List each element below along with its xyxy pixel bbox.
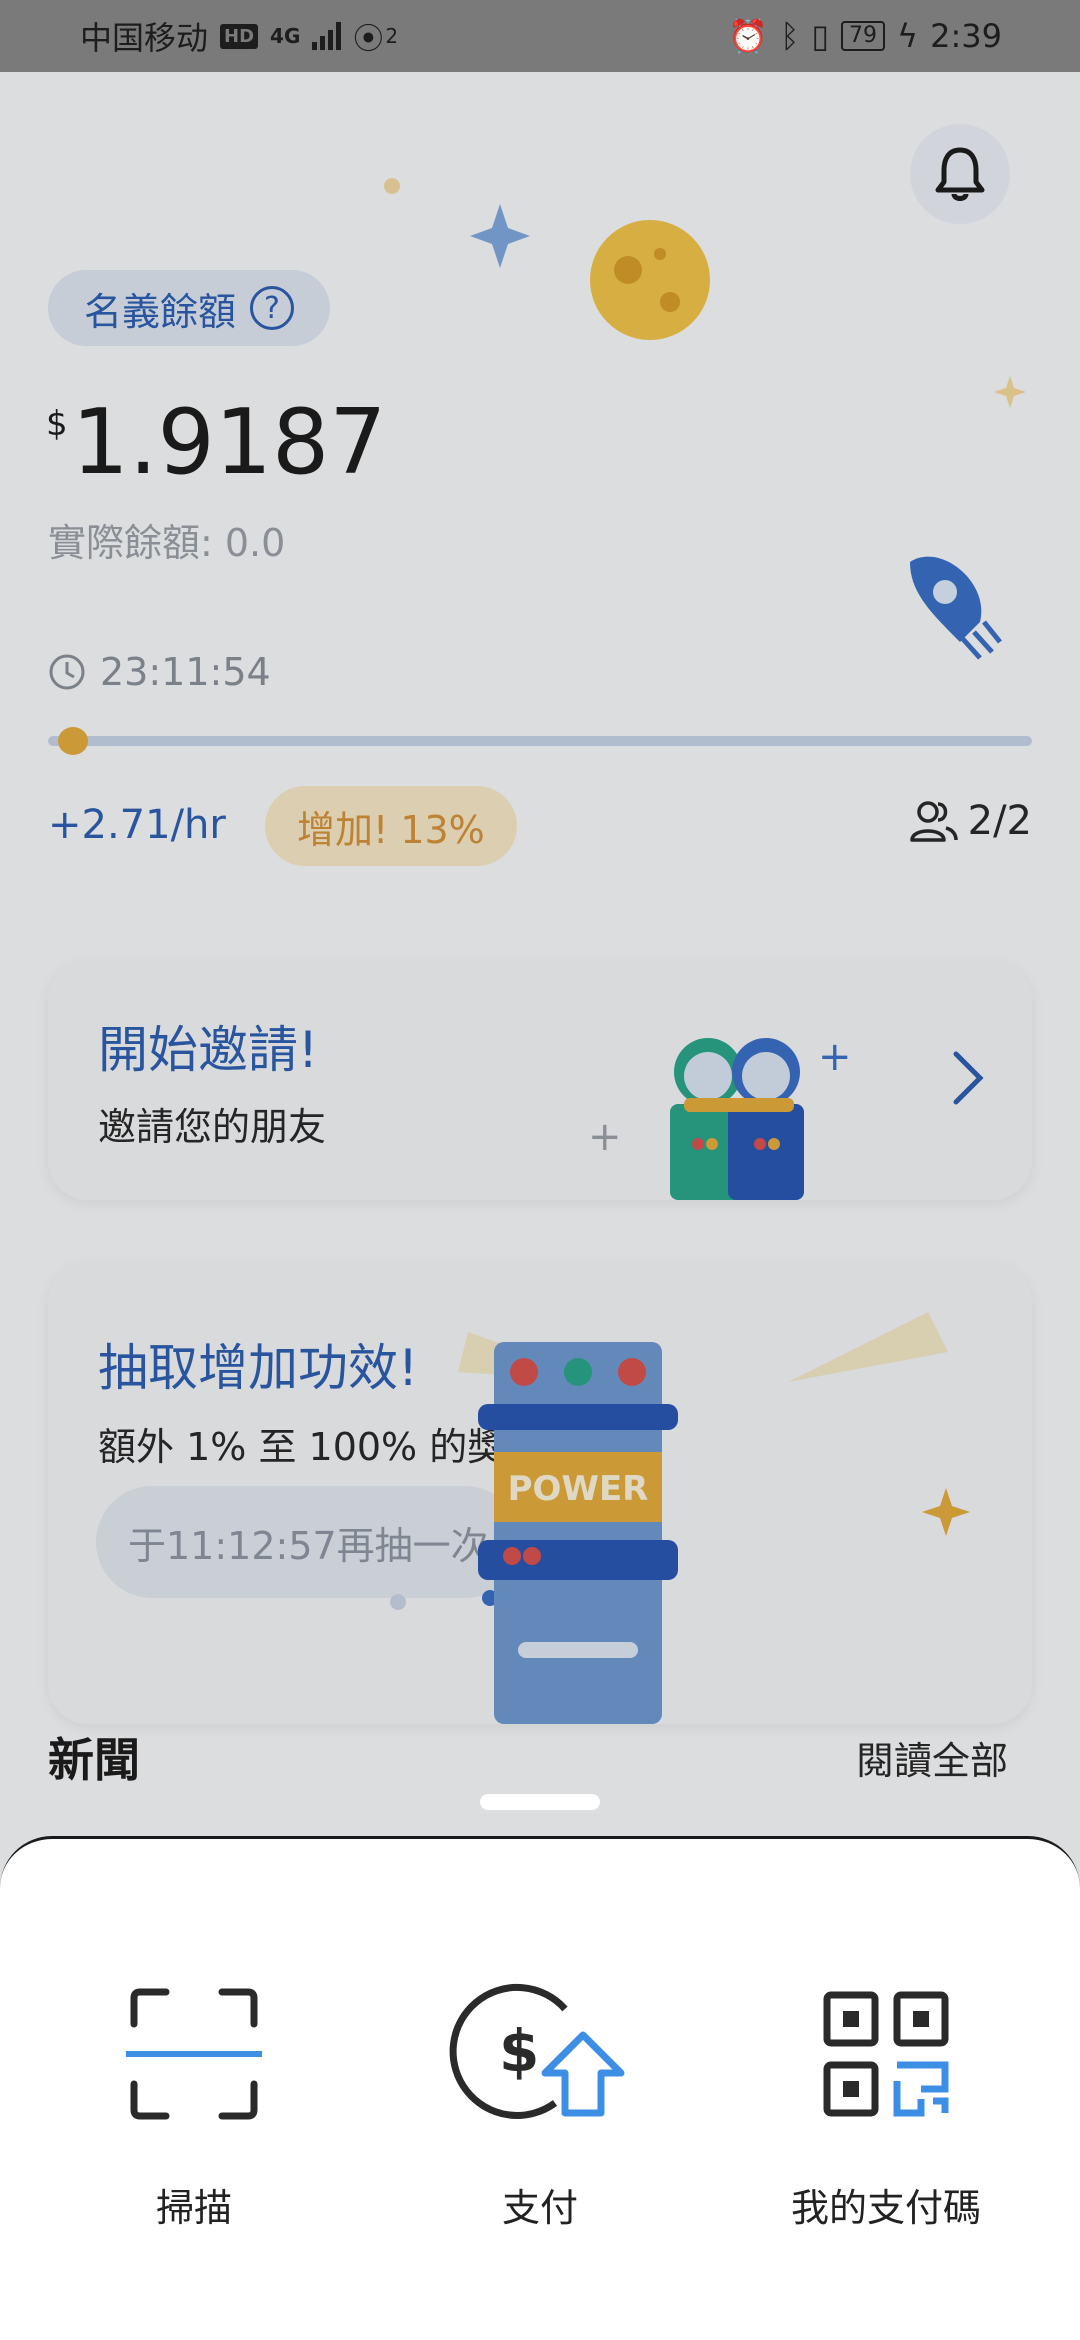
bluetooth-icon: ᛒ [780,17,800,55]
qr-code-icon [823,1991,949,2117]
members-count: 2/2 [967,798,1032,844]
carrier-name: 中国移动 [80,19,209,57]
timer-value: 23:11:54 [100,650,271,694]
users-icon [909,801,958,842]
hd-badge: HD [220,23,259,49]
sparkle-illustration [994,376,1026,408]
friends-illustration: + + [588,1034,852,1200]
network-type: 4G [270,24,301,48]
notification-bell-button[interactable] [910,124,1010,224]
sheet-drag-handle[interactable] [480,1794,600,1810]
bell-icon [935,147,985,201]
chevron-right-icon[interactable] [948,1048,988,1108]
pay-action-button[interactable]: $ 支付 [390,1979,690,2232]
power-machine-illustration: POWER [390,1312,970,1724]
hotspot-count: 2 [385,24,399,48]
nominal-balance-label[interactable]: 名義餘額 ? [48,270,331,346]
signal-icon [312,22,342,50]
vibrate-icon: ▯ [811,17,830,55]
progress-knob [57,727,88,755]
power-label: POWER [508,1469,649,1509]
invite-card[interactable]: 開始邀請! 邀請您的朋友 + + [48,960,1032,1200]
battery-level: 79 [841,21,886,51]
news-heading: 新聞 [48,1733,140,1787]
boost-card: 抽取增加功效! 額外 1% 至 100% 的獎金率 于11:12:57再抽一次 … [48,1262,1032,1724]
moon-illustration [384,178,710,340]
read-all-link[interactable]: 閱讀全部 [856,1730,1008,1785]
scan-action-button[interactable]: 掃描 [44,1979,344,2232]
currency-symbol: $ [46,404,68,444]
alarm-icon: ⏰ [728,17,769,55]
my-pay-code-label: 我的支付碼 [790,2186,981,2230]
pay-label: 支付 [501,2186,578,2230]
clock: 2:39 [930,17,1002,55]
countdown-timer: 23:11:54 [48,650,271,694]
scan-label: 掃描 [155,2186,232,2230]
status-bar: 中国移动 HD 4G ⦿ 2 ⏰ ᛒ ▯ 79 ϟ 2:39 [0,0,1080,72]
earning-rate: +2.71/hr [48,802,226,848]
svg-text:$: $ [499,2017,539,2085]
clock-icon [49,654,85,690]
scan-icon [126,1988,262,2120]
balance-amount: $ 1.9187 [46,390,387,495]
rocket-illustration [910,556,1002,660]
invite-subtitle: 邀請您的朋友 [98,1105,327,1149]
hotspot-icon: ⦿ [353,22,384,57]
my-pay-code-action-button[interactable]: 我的支付碼 [736,1979,1036,2232]
balance-value: 1.9187 [71,390,387,495]
invite-title: 開始邀請! [98,1021,319,1079]
pay-icon: $ [449,1983,625,2119]
svg-text:+: + [588,1114,622,1160]
team-members[interactable]: 2/2 [908,798,1032,844]
action-bottom-sheet: 掃描 $ 支付 我的支付碼 [0,1836,1080,2340]
svg-text:+: + [818,1034,852,1080]
nominal-balance-text: 名義餘額 [84,289,237,334]
help-icon[interactable]: ? [250,286,295,330]
actual-balance: 實際餘額: 0.0 [48,521,286,565]
mining-progress-bar [48,727,1032,755]
charging-icon: ϟ [897,17,919,55]
boost-badge[interactable]: 增加! 13% [265,786,517,866]
